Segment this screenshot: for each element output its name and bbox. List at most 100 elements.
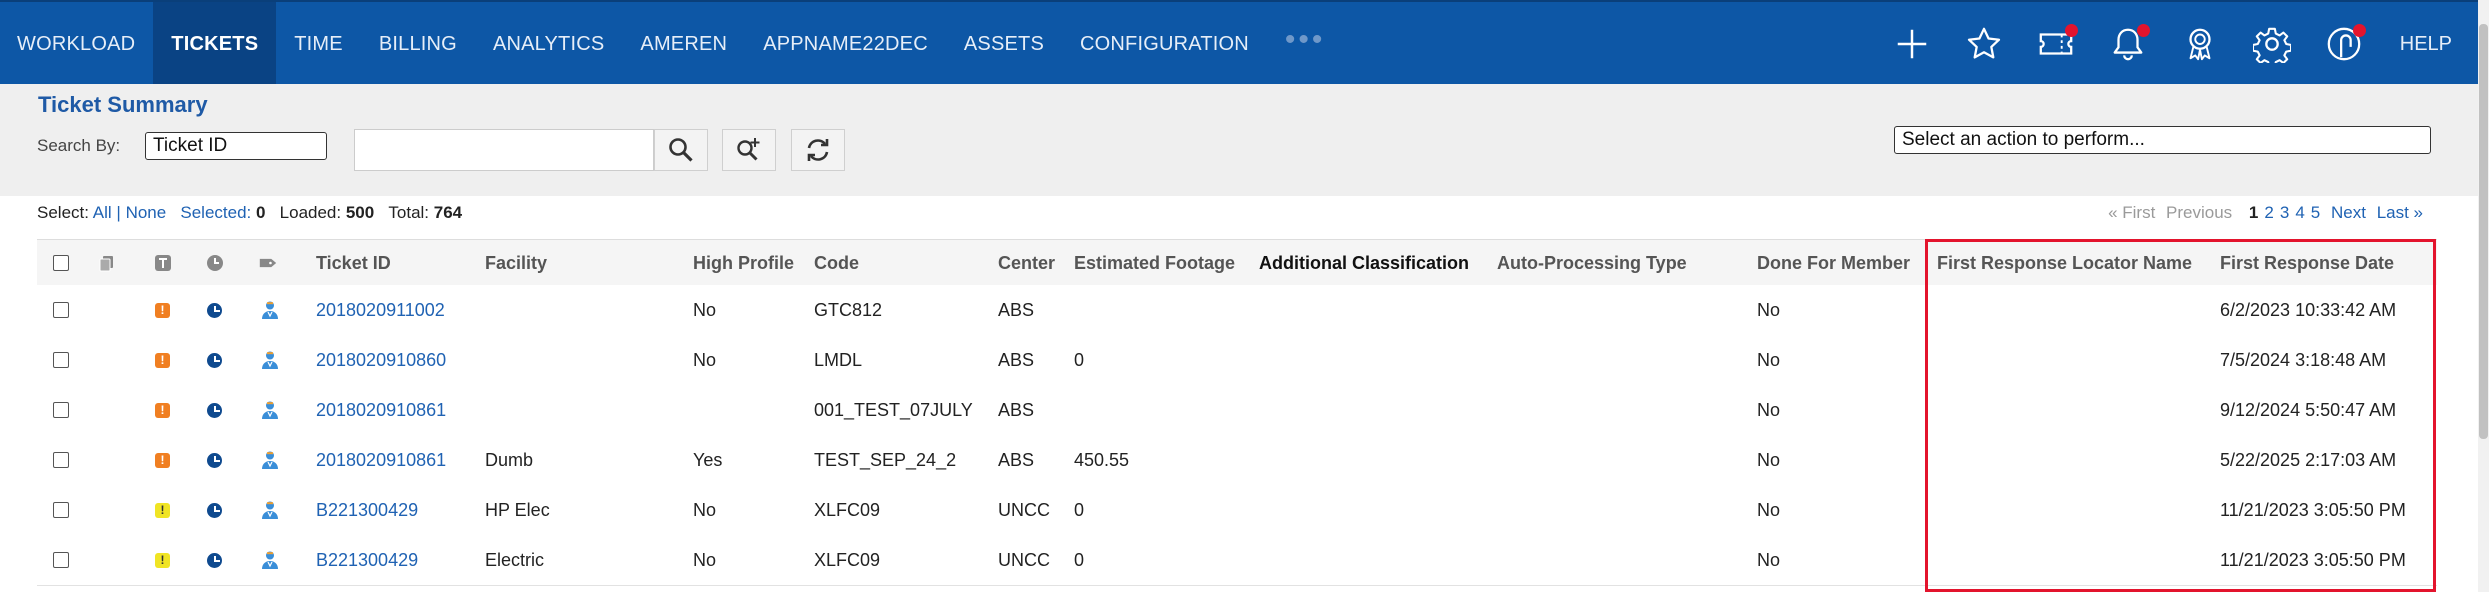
pager-page-2[interactable]: 2 — [2264, 203, 2273, 222]
loaded-label: Loaded: — [279, 203, 342, 222]
column-header-additional-classification[interactable]: Additional Classification — [1259, 240, 1469, 286]
plus-icon[interactable] — [1876, 2, 1948, 86]
star-icon[interactable] — [1948, 2, 2020, 86]
search-button[interactable] — [654, 129, 708, 171]
cell-first-response-date: 5/22/2025 2:17:03 AM — [2220, 449, 2397, 470]
cell-center: ABS — [998, 349, 1035, 370]
cell-high-profile: No — [693, 299, 717, 320]
select-all-link[interactable]: All — [93, 203, 112, 222]
nav-item-analytics[interactable]: ANALYTICS — [475, 2, 622, 86]
scrollbar-thumb[interactable] — [2479, 24, 2488, 439]
locator-person-icon[interactable] — [261, 485, 279, 535]
cell-ticket-id[interactable]: 2018020911002 — [316, 285, 445, 335]
cell-ticket-id[interactable]: B221300429 — [316, 535, 418, 585]
action-select[interactable]: Select an action to perform... — [1894, 126, 2431, 154]
table-row[interactable]: ! B221300429 HP Elec No XLFC09 UNCC 0 No 11/21/2… — [37, 485, 2437, 536]
search-input[interactable] — [354, 129, 654, 171]
table-row[interactable]: ! 2018020910861 001_TEST_07JULY ABS No 9/12/2… — [37, 385, 2437, 436]
nav-item-ameren[interactable]: AMEREN — [622, 2, 745, 86]
row-checkbox[interactable] — [53, 535, 69, 585]
pager-previous: Previous — [2166, 203, 2233, 222]
locator-person-icon[interactable] — [261, 535, 279, 585]
vertical-scrollbar[interactable] — [2478, 0, 2489, 592]
pager-page-4[interactable]: 4 — [2295, 203, 2304, 222]
row-checkbox[interactable] — [53, 335, 69, 385]
cell-ticket-id[interactable]: 2018020910861 — [316, 435, 446, 485]
text-type-icon — [154, 240, 172, 286]
row-checkbox[interactable] — [53, 285, 69, 335]
row-checkbox[interactable] — [53, 385, 69, 435]
locator-person-icon[interactable] — [261, 435, 279, 485]
nav-item-appname22dec[interactable]: APPNAME22DEC — [745, 2, 946, 86]
locator-person-icon[interactable] — [261, 335, 279, 385]
cell-high-profile: No — [693, 499, 717, 520]
table-row[interactable]: ! 2018020910861 Dumb Yes TEST_SEP_24_2 ABS 450… — [37, 435, 2437, 486]
locator-person-icon[interactable] — [261, 385, 279, 435]
pager-page-3[interactable]: 3 — [2280, 203, 2289, 222]
award-icon[interactable] — [2164, 2, 2236, 86]
priority-badge-icon: ! — [155, 335, 170, 385]
row-checkbox[interactable] — [53, 435, 69, 485]
table-row[interactable]: ! 2018020911002 No GTC812 ABS No 6/2/2023 10:3… — [37, 285, 2437, 336]
nav-item-configuration[interactable]: CONFIGURATION — [1062, 2, 1267, 86]
bell-icon[interactable] — [2092, 2, 2164, 86]
user-icon[interactable] — [2308, 2, 2380, 86]
clock-icon — [207, 385, 222, 435]
pager-last[interactable]: Last » — [2377, 203, 2423, 222]
clock-icon — [206, 240, 224, 286]
cell-ticket-id[interactable]: 2018020910861 — [316, 385, 446, 435]
table-row[interactable]: ! 2018020910860 No LMDL ABS 0 No 7/5/2024 3:18:… — [37, 335, 2437, 386]
more-menu-icon[interactable]: ••• — [1267, 23, 1344, 57]
notification-dot — [2064, 24, 2078, 37]
column-header-auto-processing-type[interactable]: Auto-Processing Type — [1497, 240, 1687, 286]
cell-first-response-date: 6/2/2023 10:33:42 AM — [2220, 299, 2397, 320]
cell-estimated-footage: 0 — [1074, 499, 1085, 520]
nav-item-billing[interactable]: BILLING — [361, 2, 475, 86]
column-header-done-for-member[interactable]: Done For Member — [1757, 240, 1910, 286]
loaded-count: 500 — [345, 203, 375, 222]
locator-person-icon[interactable] — [261, 285, 279, 335]
pager-next[interactable]: Next — [2331, 203, 2366, 222]
select-label: Select: — [37, 203, 89, 222]
cell-first-response-date: 9/12/2024 5:50:47 AM — [2220, 399, 2397, 420]
refresh-icon — [807, 139, 829, 161]
refresh-button[interactable] — [791, 129, 845, 171]
select-separator: | — [116, 203, 121, 222]
pagination: « First Previous 12345 Next Last » — [2102, 203, 2423, 223]
column-header-code[interactable]: Code — [814, 240, 859, 286]
column-header-high-profile[interactable]: High Profile — [693, 240, 794, 286]
total-count: 764 — [433, 203, 463, 222]
nav-item-time[interactable]: TIME — [276, 2, 361, 86]
nav-item-workload[interactable]: WORKLOAD — [0, 2, 153, 86]
gear-icon[interactable] — [2236, 2, 2308, 86]
nav-item-tickets[interactable]: TICKETS — [153, 2, 277, 86]
nav-item-assets[interactable]: ASSETS — [946, 2, 1062, 86]
table-row[interactable]: ! B221300429 Electric No XLFC09 UNCC 0 No 11/21/… — [37, 535, 2437, 586]
notification-dot — [2352, 24, 2366, 37]
cell-ticket-id[interactable]: B221300429 — [316, 485, 418, 535]
cell-ticket-id[interactable]: 2018020910860 — [316, 335, 446, 385]
column-header-facility[interactable]: Facility — [485, 240, 547, 286]
pager-first: « First — [2108, 203, 2156, 222]
help-link[interactable]: HELP — [2380, 33, 2478, 56]
column-header-estimated-footage[interactable]: Estimated Footage — [1074, 240, 1235, 286]
select-none-link[interactable]: None — [126, 203, 167, 222]
cell-done-for-member: No — [1757, 499, 1781, 520]
clock-icon — [207, 485, 222, 535]
ticket-icon[interactable] — [2020, 2, 2092, 86]
clock-icon — [207, 435, 222, 485]
cell-first-response-date: 11/21/2023 3:05:50 PM — [2220, 499, 2406, 520]
column-header-first-response-locator-name[interactable]: First Response Locator Name — [1937, 240, 2192, 286]
clock-icon — [207, 335, 222, 385]
row-checkbox[interactable] — [53, 485, 69, 535]
search-by-select[interactable]: Ticket ID — [145, 132, 327, 160]
pager-page-5[interactable]: 5 — [2311, 203, 2320, 222]
column-header-first-response-date[interactable]: First Response Date — [2220, 240, 2394, 286]
cell-center: ABS — [998, 449, 1035, 470]
column-header-ticket-id[interactable]: Ticket ID — [316, 240, 391, 286]
select-all-checkbox[interactable] — [53, 240, 69, 286]
advanced-search-button[interactable] — [722, 129, 776, 171]
cell-first-response-date: 11/21/2023 3:05:50 PM — [2220, 549, 2406, 570]
column-header-center[interactable]: Center — [998, 240, 1055, 286]
cell-done-for-member: No — [1757, 399, 1781, 420]
